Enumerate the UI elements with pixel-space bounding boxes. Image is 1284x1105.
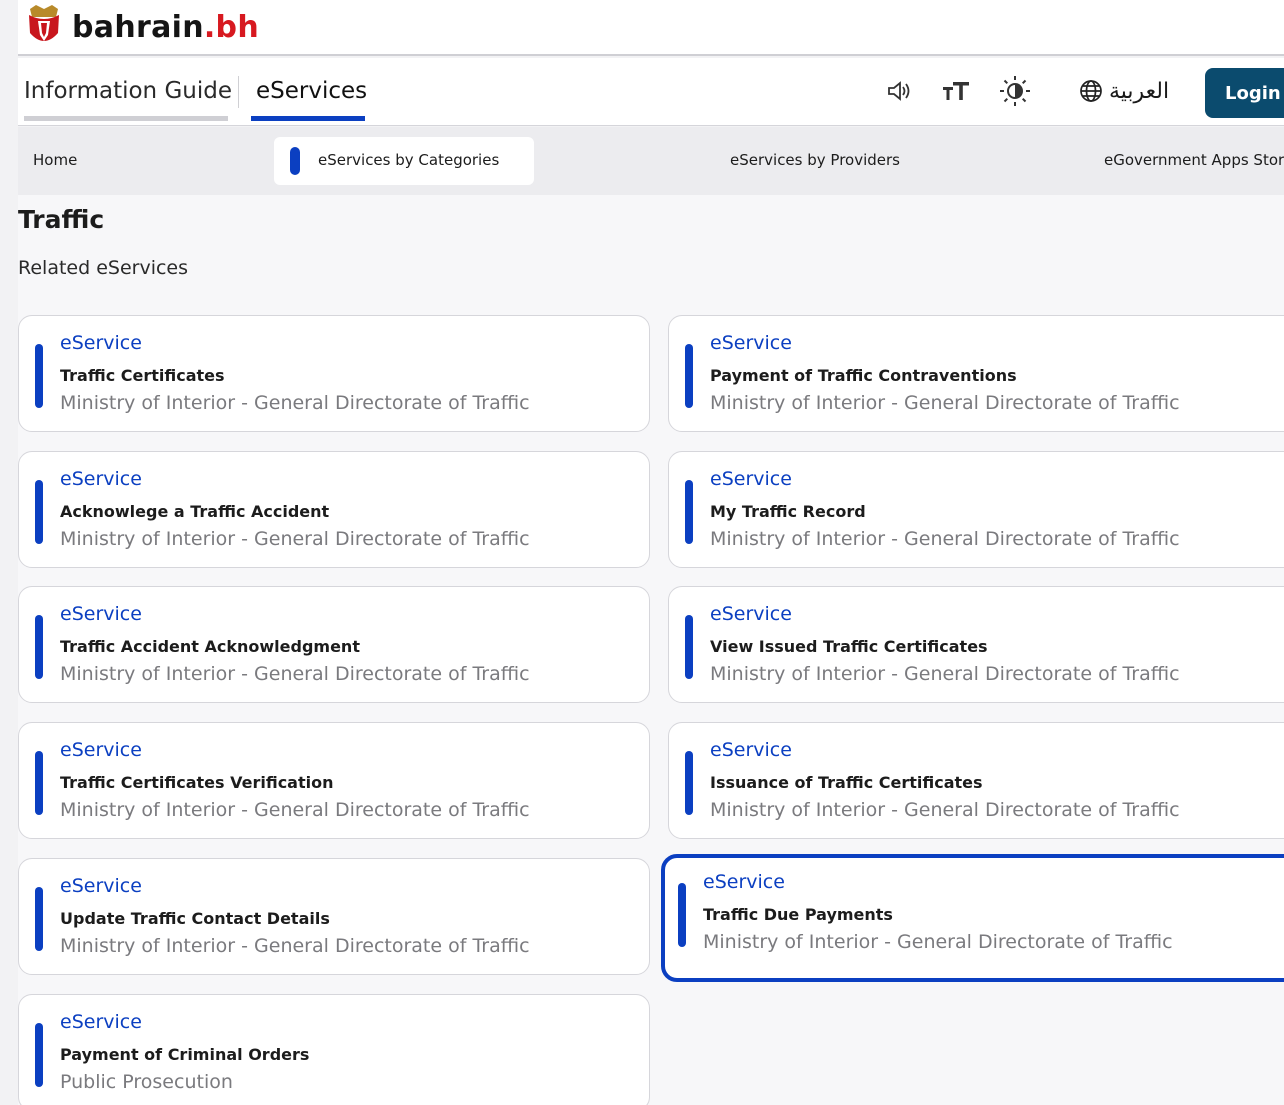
card-accent <box>35 344 43 408</box>
card-provider: Ministry of Interior - General Directora… <box>710 392 1180 414</box>
subnav-label: eServices by Categories <box>318 151 500 169</box>
subnav-eservices-by-providers[interactable]: eServices by Providers <box>730 151 900 169</box>
main-nav: Information Guide eServices العربية Logi… <box>18 58 1284 126</box>
sub-nav: Home eServices by Categories eServices b… <box>18 127 1284 195</box>
card-kind: eService <box>710 739 792 761</box>
brand-logo[interactable]: bahrain.bh <box>72 10 259 45</box>
card-title: Traffic Due Payments <box>703 905 893 924</box>
card-accent <box>678 883 686 947</box>
card-kind: eService <box>60 875 142 897</box>
speaker-icon[interactable] <box>884 76 914 106</box>
login-button[interactable]: Login <box>1205 68 1284 118</box>
card-provider: Ministry of Interior - General Directora… <box>60 392 530 414</box>
card-provider: Ministry of Interior - General Directora… <box>60 663 530 685</box>
subnav-egovernment-apps-store[interactable]: eGovernment Apps Store <box>1104 151 1284 169</box>
text-size-icon[interactable] <box>940 76 972 106</box>
card-title: Traffic Certificates <box>60 366 225 385</box>
language-switch[interactable]: العربية <box>1074 76 1174 106</box>
card-title: Payment of Traffic Contraventions <box>710 366 1017 385</box>
card-accent <box>685 480 693 544</box>
tab-information-guide[interactable]: Information Guide <box>24 78 232 104</box>
globe-icon <box>1080 80 1102 102</box>
card-accent <box>685 344 693 408</box>
eservice-card[interactable]: eService Payment of Traffic Contraventio… <box>668 315 1284 432</box>
eservice-card[interactable]: eService Traffic Certificates Verificati… <box>18 722 650 839</box>
eservice-card[interactable]: eService Acknowlege a Traffic Accident M… <box>18 451 650 568</box>
eservice-card-focused[interactable]: eService Traffic Due Payments Ministry o… <box>661 854 1284 982</box>
eservice-card[interactable]: eService Traffic Certificates Ministry o… <box>18 315 650 432</box>
eservice-card[interactable]: eService My Traffic Record Ministry of I… <box>668 451 1284 568</box>
card-provider: Ministry of Interior - General Directora… <box>60 799 530 821</box>
card-title: Traffic Certificates Verification <box>60 773 334 792</box>
card-kind: eService <box>60 468 142 490</box>
card-accent <box>35 615 43 679</box>
card-title: Issuance of Traffic Certificates <box>710 773 983 792</box>
tab-underline-active <box>251 116 365 121</box>
card-title: View Issued Traffic Certificates <box>710 637 988 656</box>
card-kind: eService <box>710 468 792 490</box>
card-title: My Traffic Record <box>710 502 866 521</box>
page: bahrain.bh Information Guide eServices ا… <box>0 0 1284 1105</box>
card-kind: eService <box>60 1011 142 1033</box>
card-provider: Ministry of Interior - General Directora… <box>710 663 1180 685</box>
card-kind: eService <box>60 739 142 761</box>
card-provider: Ministry of Interior - General Directora… <box>710 528 1180 550</box>
nav-divider <box>238 76 239 108</box>
eservice-card[interactable]: eService Update Traffic Contact Details … <box>18 858 650 975</box>
brand-bar: bahrain.bh <box>18 0 1284 56</box>
eservice-card[interactable]: eService Traffic Accident Acknowledgment… <box>18 586 650 703</box>
tab-underline-inactive <box>24 116 228 121</box>
eservice-card[interactable]: eService Issuance of Traffic Certificate… <box>668 722 1284 839</box>
bahrain-emblem-icon[interactable] <box>24 3 64 51</box>
subnav-home[interactable]: Home <box>33 151 77 169</box>
page-title: Traffic <box>18 205 105 234</box>
section-subtitle: Related eServices <box>18 257 189 279</box>
card-accent <box>685 751 693 815</box>
language-label: العربية <box>1108 78 1170 104</box>
active-indicator <box>290 147 300 175</box>
card-provider: Ministry of Interior - General Directora… <box>60 935 530 957</box>
card-kind: eService <box>710 332 792 354</box>
card-provider: Public Prosecution <box>60 1071 233 1093</box>
card-kind: eService <box>60 332 142 354</box>
card-provider: Ministry of Interior - General Directora… <box>703 931 1173 953</box>
card-accent <box>685 615 693 679</box>
eservice-card[interactable]: eService Payment of Criminal Orders Publ… <box>18 994 650 1105</box>
card-accent <box>35 480 43 544</box>
card-title: Traffic Accident Acknowledgment <box>60 637 360 656</box>
card-accent <box>35 1023 43 1087</box>
card-accent <box>35 887 43 951</box>
tab-eservices[interactable]: eServices <box>256 78 367 104</box>
subnav-eservices-by-categories[interactable]: eServices by Categories <box>274 137 534 185</box>
card-title: Acknowlege a Traffic Accident <box>60 502 330 521</box>
card-title: Payment of Criminal Orders <box>60 1045 310 1064</box>
card-kind: eService <box>710 603 792 625</box>
card-provider: Ministry of Interior - General Directora… <box>60 528 530 550</box>
card-provider: Ministry of Interior - General Directora… <box>710 799 1180 821</box>
card-kind: eService <box>60 603 142 625</box>
card-accent <box>35 751 43 815</box>
card-title: Update Traffic Contact Details <box>60 909 330 928</box>
brightness-icon[interactable] <box>998 76 1032 106</box>
eservice-card[interactable]: eService View Issued Traffic Certificate… <box>668 586 1284 703</box>
card-kind: eService <box>703 871 785 893</box>
